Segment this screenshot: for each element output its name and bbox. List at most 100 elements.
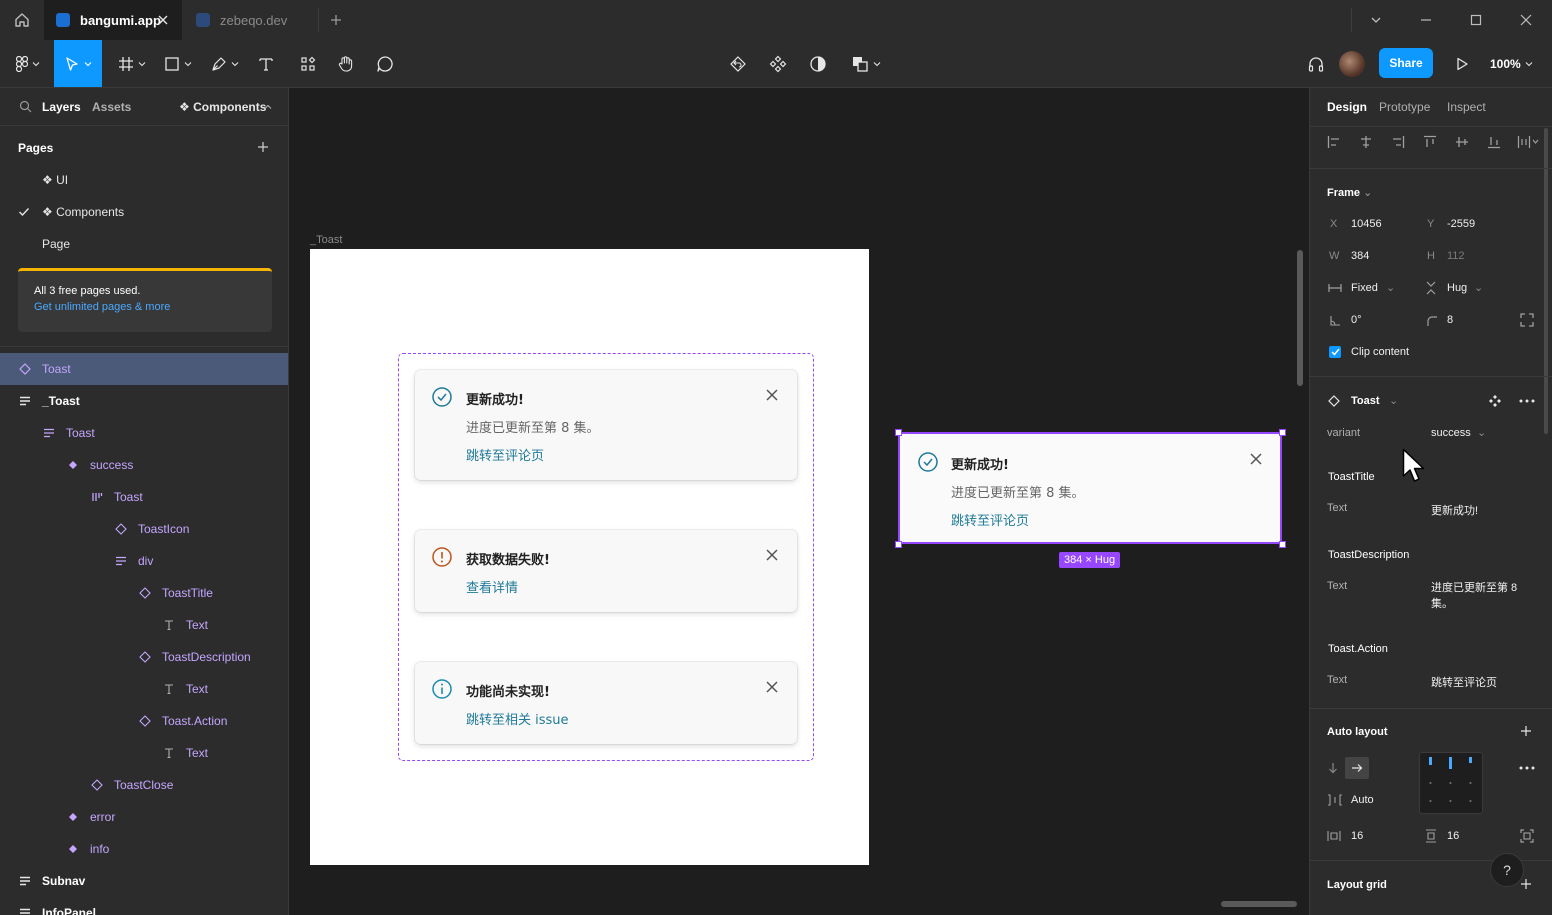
move-tool[interactable] bbox=[54, 40, 102, 87]
tab-zebeqo[interactable]: zebeqo.dev bbox=[184, 0, 318, 40]
layer-row[interactable]: InfoPanel bbox=[0, 897, 288, 915]
boolean-button[interactable] bbox=[846, 40, 886, 87]
selected-toast-instance[interactable]: 更新成功! 进度已更新至第 8 集。 跳转至评论页 bbox=[898, 432, 1282, 544]
help-button[interactable]: ? bbox=[1490, 853, 1524, 887]
layer-row[interactable]: Subnav bbox=[0, 865, 288, 897]
resize-handle[interactable] bbox=[1279, 429, 1286, 436]
align-right-icon[interactable] bbox=[1391, 135, 1405, 149]
alignment-grid[interactable] bbox=[1419, 752, 1483, 814]
canvas[interactable]: _Toast 更新成功! 进度已更新至第 8 集。 跳转至评论页 获取数据失败!… bbox=[289, 88, 1309, 915]
resize-handle[interactable] bbox=[895, 429, 902, 436]
layer-row[interactable]: ToastIcon bbox=[0, 513, 288, 545]
pen-tool[interactable] bbox=[205, 40, 245, 87]
tab-prototype[interactable]: Prototype bbox=[1379, 100, 1430, 114]
user-avatar[interactable] bbox=[1339, 51, 1365, 77]
mask-button[interactable] bbox=[804, 40, 832, 87]
more-options-icon[interactable] bbox=[1519, 766, 1535, 770]
close-icon[interactable] bbox=[765, 388, 779, 402]
more-options-icon[interactable] bbox=[1519, 399, 1535, 403]
upgrade-link[interactable]: Get unlimited pages & more bbox=[34, 301, 256, 313]
tab-bangumi[interactable]: bangumi.app bbox=[44, 0, 182, 40]
add-page-icon[interactable] bbox=[257, 141, 269, 153]
toast-action[interactable]: 跳转至相关 issue bbox=[466, 709, 569, 728]
h-input[interactable]: 112 bbox=[1447, 250, 1465, 262]
horizontal-scrollbar[interactable] bbox=[1221, 901, 1297, 907]
layer-row[interactable]: div bbox=[0, 545, 288, 577]
layer-row[interactable]: Toast.Action bbox=[0, 705, 288, 737]
spacing-input[interactable]: Auto bbox=[1351, 794, 1374, 806]
audio-button[interactable] bbox=[1302, 40, 1330, 87]
tab-assets[interactable]: Assets bbox=[92, 100, 131, 114]
align-bottom-icon[interactable] bbox=[1487, 135, 1501, 149]
toast-action[interactable]: 跳转至评论页 bbox=[951, 510, 1029, 529]
clip-content-checkbox[interactable] bbox=[1329, 346, 1341, 358]
page-item-components[interactable]: ❖ Components bbox=[42, 196, 124, 228]
text-tool[interactable] bbox=[252, 40, 280, 87]
zoom-dropdown[interactable]: 100% bbox=[1490, 40, 1533, 87]
current-page-dropdown[interactable]: ❖ Components bbox=[179, 100, 266, 114]
x-input[interactable]: 10456 bbox=[1351, 218, 1382, 230]
page-item-page[interactable]: Page bbox=[42, 228, 70, 260]
toast-action[interactable]: 查看详情 bbox=[466, 577, 518, 596]
tab-inspect[interactable]: Inspect bbox=[1447, 100, 1486, 114]
align-vertical-center-icon[interactable] bbox=[1455, 135, 1469, 149]
resize-handle[interactable] bbox=[1279, 541, 1286, 548]
tab-layers[interactable]: Layers bbox=[42, 100, 81, 114]
frame-tool[interactable] bbox=[112, 40, 152, 87]
y-input[interactable]: -2559 bbox=[1447, 218, 1475, 230]
layer-row[interactable]: Toast bbox=[0, 417, 288, 449]
present-button[interactable] bbox=[1448, 40, 1476, 87]
layer-row[interactable]: Toast bbox=[0, 353, 288, 385]
component-name-dropdown[interactable]: Toast bbox=[1351, 395, 1380, 407]
layer-row[interactable]: error bbox=[0, 801, 288, 833]
arrow-down-icon[interactable] bbox=[1328, 762, 1338, 774]
horizontal-padding-input[interactable]: 16 bbox=[1351, 830, 1363, 842]
new-tab-button[interactable] bbox=[313, 0, 359, 40]
close-window-button[interactable] bbox=[1503, 0, 1549, 40]
tab-design[interactable]: Design bbox=[1327, 100, 1367, 114]
width-mode-dropdown[interactable]: Fixed bbox=[1351, 282, 1378, 294]
toast-info[interactable]: 功能尚未实现! 跳转至相关 issue bbox=[415, 662, 797, 744]
w-input[interactable]: 384 bbox=[1351, 250, 1369, 262]
tabs-dropdown-button[interactable] bbox=[1353, 0, 1399, 40]
layer-row[interactable]: success bbox=[0, 449, 288, 481]
search-icon[interactable] bbox=[19, 100, 32, 113]
distribute-icon[interactable] bbox=[1517, 135, 1539, 149]
main-menu-button[interactable] bbox=[8, 40, 48, 87]
horizontal-direction-button[interactable] bbox=[1345, 757, 1369, 779]
share-button[interactable]: Share bbox=[1379, 48, 1433, 78]
align-left-icon[interactable] bbox=[1327, 135, 1341, 149]
comment-tool[interactable] bbox=[371, 40, 399, 87]
plus-icon[interactable] bbox=[1520, 725, 1532, 737]
toast-success[interactable]: 更新成功! 进度已更新至第 8 集。 跳转至评论页 bbox=[415, 370, 797, 480]
toast-action[interactable]: 跳转至评论页 bbox=[466, 445, 544, 464]
layer-row[interactable]: info bbox=[0, 833, 288, 865]
layer-row[interactable]: _Toast bbox=[0, 385, 288, 417]
radius-input[interactable]: 8 bbox=[1447, 314, 1453, 326]
prop-text-input[interactable]: 更新成功! bbox=[1431, 502, 1478, 518]
go-to-main-component-icon[interactable] bbox=[1488, 394, 1502, 408]
toast-error[interactable]: 获取数据失败! 查看详情 bbox=[415, 530, 797, 612]
maximize-button[interactable] bbox=[1453, 0, 1499, 40]
hand-tool[interactable] bbox=[332, 40, 360, 87]
home-button[interactable] bbox=[0, 0, 44, 40]
prop-text-input[interactable]: 跳转至评论页 bbox=[1431, 674, 1497, 690]
layer-row[interactable]: Text bbox=[0, 673, 288, 705]
rotation-input[interactable]: 0° bbox=[1351, 314, 1362, 326]
panel-scrollbar[interactable] bbox=[1544, 128, 1548, 434]
plus-icon[interactable] bbox=[1520, 878, 1532, 890]
frame-label[interactable]: _Toast bbox=[310, 234, 342, 246]
close-icon[interactable] bbox=[1249, 452, 1263, 466]
close-icon[interactable] bbox=[765, 680, 779, 694]
individual-padding-icon[interactable] bbox=[1520, 829, 1534, 843]
layer-row[interactable]: Text bbox=[0, 737, 288, 769]
resize-handle[interactable] bbox=[895, 541, 902, 548]
minimize-button[interactable] bbox=[1403, 0, 1449, 40]
close-icon[interactable] bbox=[765, 548, 779, 562]
layer-row[interactable]: ToastDescription bbox=[0, 641, 288, 673]
layer-row[interactable]: ToastTitle bbox=[0, 577, 288, 609]
prop-text-input[interactable]: 进度已更新至第 8 集。 bbox=[1431, 580, 1525, 612]
vertical-scrollbar[interactable] bbox=[1297, 250, 1303, 386]
layer-row[interactable]: ToastClose bbox=[0, 769, 288, 801]
detach-instance-button[interactable] bbox=[724, 40, 752, 87]
